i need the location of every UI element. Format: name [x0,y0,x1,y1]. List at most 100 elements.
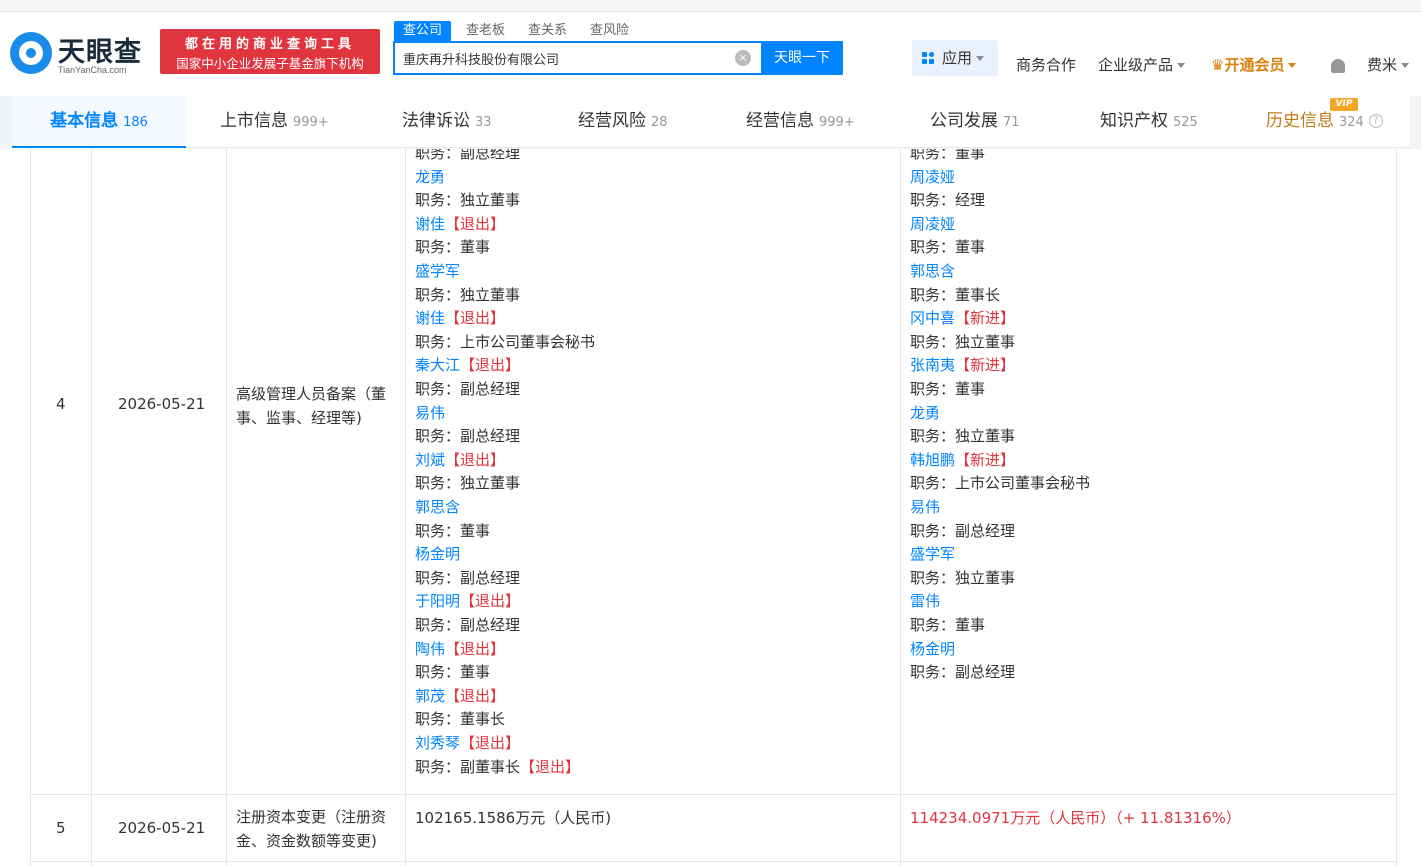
search-tab-relation[interactable]: 查关系 [528,21,567,41]
tab-label: 经营信息 [746,111,814,131]
position-entry: 职务：董事长 [415,707,505,731]
person-name-link[interactable]: 周凌娅 [910,168,955,186]
status-tag: 【退出】 [460,734,521,752]
search-value: 重庆再升科技股份有限公司 [403,53,560,68]
position-entry: 职务：副总经理 [415,424,520,448]
clear-icon[interactable]: × [735,50,751,66]
search-tab-boss[interactable]: 查老板 [466,21,505,41]
person-name-link[interactable]: 刘斌 [415,451,445,469]
status-tag: 【退出】 [460,356,521,375]
position-text: 职务：上市公司董事会秘书 [910,474,1091,493]
tab-company-development[interactable]: 公司发展 71 [930,96,1020,148]
person-name-link[interactable]: 于阳明 [415,592,460,610]
person-name-link[interactable]: 张南夷 [910,356,955,374]
nav-vip-label: 开通会员 [1224,56,1285,74]
person-name-link[interactable]: 郭茂 [415,687,445,705]
nav-open-vip[interactable]: ♛开通会员 [1211,53,1297,77]
slogan-banner[interactable]: 都在用的商业查询工具 国家中小企业发展子基金旗下机构 [160,29,380,74]
tab-history-info[interactable]: 历史信息 324? [1266,96,1383,148]
position-text: 职务：独立董事 [415,474,521,493]
row-item-line1: 高级管理人员备案（董 [236,385,387,403]
change-record-table: 4 2026-05-21 高级管理人员备案（董 事、监事、经理等) 职务：副总经… [30,149,1397,866]
person-name-link[interactable]: 秦大江 [415,356,460,374]
row-item-line2: 金、资金数额等变更) [236,832,377,850]
person-entry: 杨金明 [910,637,955,661]
person-name-link[interactable]: 郭思含 [910,262,955,280]
position-entry: 职务：上市公司董事会秘书 [910,471,1090,495]
search-input[interactable]: 重庆再升科技股份有限公司 × [393,41,761,75]
search-button[interactable]: 天眼一下 [761,41,843,75]
person-name-link[interactable]: 易伟 [415,404,445,422]
position-entry: 职务：董事 [415,235,490,259]
person-name-link[interactable]: 龙勇 [415,168,445,186]
tab-count: 525 [1173,115,1198,130]
tab-lawsuits[interactable]: 法律诉讼 33 [402,96,492,148]
nav-business-cooperation[interactable]: 商务合作 [1016,53,1076,77]
person-name-link[interactable]: 郭思含 [415,498,460,516]
chevron-down-icon [1177,63,1186,68]
tab-intellectual-property[interactable]: 知识产权 525 [1100,96,1198,148]
app-menu-label: 应用 [942,49,973,67]
person-name-link[interactable]: 盛学军 [910,545,955,563]
position-entry: 职务：董事 [415,660,490,684]
person-name-link[interactable]: 龙勇 [910,404,940,422]
person-name-link[interactable]: 杨金明 [910,640,955,658]
person-entry: 谢佳【退出】 [415,306,505,330]
row-item-line1: 注册资本变更（注册资 [236,808,387,826]
person-entry: 郭茂【退出】 [415,684,505,708]
position-entry: 职务：董事 [910,149,985,165]
person-name-link[interactable]: 周凌娅 [910,215,955,233]
search-tab-risk[interactable]: 查风险 [590,21,629,41]
position-entry: 职务：独立董事 [415,188,520,212]
person-name-link[interactable]: 陶伟 [415,640,445,658]
position-entry: 职务：董事 [910,377,985,401]
person-name-link[interactable]: 雷伟 [910,592,940,610]
tab-label: 法律诉讼 [402,111,470,131]
person-name-link[interactable]: 易伟 [910,498,940,516]
tab-operating-risk[interactable]: 经营风险 28 [578,96,668,148]
person-name-link[interactable]: 韩旭鹏 [910,451,955,469]
position-text: 职务：董事长 [910,285,1001,304]
tab-label: 经营风险 [578,111,646,131]
question-icon[interactable]: ? [1368,114,1383,128]
slogan-line1: 都在用的商业查询工具 [184,37,355,52]
person-name-link[interactable]: 谢佳 [415,309,445,327]
position-text: 职务：董事 [910,149,986,162]
tab-count: 999+ [819,115,855,130]
position-text: 职务：董事长 [415,710,506,729]
app-menu-button[interactable]: 应用 [912,40,998,76]
position-entry: 职务：副总经理 [910,519,1015,543]
position-entry: 职务：独立董事 [910,566,1015,590]
tab-basic-info[interactable]: 基本信息 186 [12,96,186,148]
right-margin [1397,149,1421,866]
position-text: 职务：独立董事 [415,285,521,304]
tab-label: 公司发展 [930,111,998,131]
person-name-link[interactable]: 谢佳 [415,215,445,233]
person-entry: 盛学军 [415,259,460,283]
tab-label: 知识产权 [1100,111,1168,131]
person-name-link[interactable]: 冈中喜 [910,309,955,327]
position-entry: 职务：副总经理 [415,149,520,165]
after-value: 114234.0971万元（人民币）（+ 11.81316%） [910,809,1241,827]
person-entry: 雷伟 [910,589,940,613]
person-name-link[interactable]: 盛学军 [415,262,460,280]
tab-listing-info[interactable]: 上市信息 999+ [220,96,329,148]
user-menu[interactable]: 费米 [1367,53,1410,77]
position-entry: 职务：副总经理 [415,613,520,637]
tab-operating-info[interactable]: 经营信息 999+ [746,96,855,148]
search-tab-company[interactable]: 查公司 [394,21,452,41]
person-name-link[interactable]: 杨金明 [415,545,460,563]
logo-sub: TianYanCha.com [58,65,127,75]
before-value: 102165.1586万元（人民币) [415,809,612,827]
tab-count: 28 [651,115,668,130]
logo[interactable]: 天眼查 TianYanCha.com [10,30,155,80]
position-entry: 职务：副总经理 [910,660,1015,684]
position-entry: 职务：经理 [910,188,985,212]
nav-enterprise-products[interactable]: 企业级产品 [1098,53,1186,77]
top-strip [0,0,1421,12]
bell-icon[interactable] [1331,59,1345,73]
person-entry: 龙勇 [910,401,940,425]
status-tag: 【新进】 [955,450,1016,469]
person-name-link[interactable]: 刘秀琴 [415,734,460,752]
position-entry: 职务：独立董事 [415,471,520,495]
